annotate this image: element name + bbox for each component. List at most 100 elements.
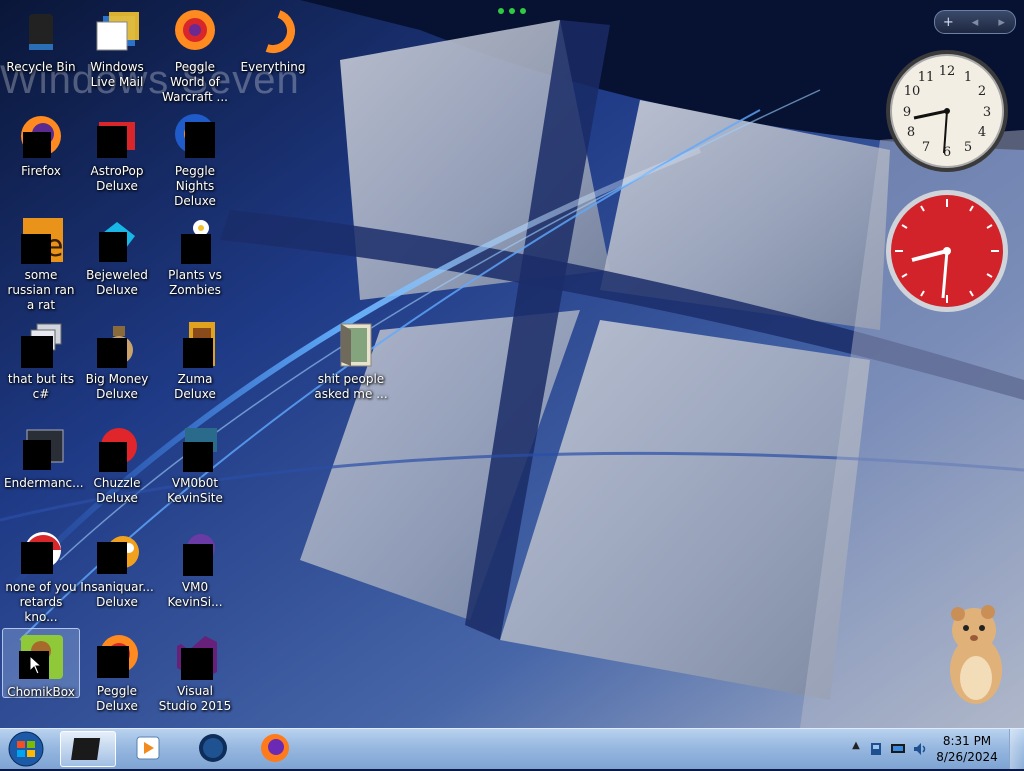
icon-label: Endermanc... bbox=[4, 476, 84, 490]
next-gadget-button[interactable]: ▸ bbox=[992, 15, 1012, 30]
gadget-toolbar: + ◂ ▸ bbox=[934, 10, 1016, 34]
desktop-icon-recycle-bin[interactable]: Recycle Bin bbox=[2, 4, 80, 100]
icon-label: Bejeweled Deluxe bbox=[86, 268, 148, 297]
console-icon bbox=[17, 424, 65, 472]
media-player-icon bbox=[136, 736, 160, 760]
redaction-box bbox=[99, 442, 127, 472]
icon-label: Insaniquar... Deluxe bbox=[80, 580, 154, 609]
redaction-box bbox=[99, 232, 127, 262]
desktop-icon-chuzzle-deluxe[interactable]: Chuzzle Deluxe bbox=[78, 420, 156, 516]
redaction-box bbox=[21, 336, 53, 368]
show-desktop-button[interactable] bbox=[1009, 729, 1024, 769]
flower-icon bbox=[171, 216, 219, 264]
icon-label: none of you retards kno... bbox=[5, 580, 77, 624]
firefox-icon bbox=[17, 112, 65, 160]
desktop-icon-astropop-deluxe[interactable]: AstroPop Deluxe bbox=[78, 108, 156, 204]
svg-text:8: 8 bbox=[907, 125, 915, 140]
mouse-cursor-icon bbox=[29, 655, 43, 675]
peggle-icon bbox=[171, 112, 219, 160]
desktop-icon-bejeweled-deluxe[interactable]: Bejeweled Deluxe bbox=[78, 212, 156, 308]
icon-label: Zuma Deluxe bbox=[174, 372, 216, 401]
desktop-icon-some-russian-ran-a-rat[interactable]: e some russian ran a rat bbox=[2, 212, 80, 312]
svg-text:10: 10 bbox=[904, 84, 921, 99]
icon-label: Peggle Nights Deluxe bbox=[174, 164, 216, 208]
desktop-icon-peggle-deluxe[interactable]: Peggle Deluxe bbox=[78, 628, 156, 724]
desktop-icon-folder[interactable]: shit people asked me ... bbox=[312, 316, 390, 412]
top-notch-indicator bbox=[498, 8, 526, 14]
redaction-box bbox=[183, 338, 213, 368]
icon-label: VM0 KevinSi... bbox=[167, 580, 223, 609]
taskbar: ▲ 8:31 PM 8/26/2024 bbox=[0, 728, 1024, 769]
zuma-icon bbox=[171, 320, 219, 368]
desktop-icon-visual-studio-2015[interactable]: Visual Studio 2015 bbox=[156, 628, 234, 724]
desktop-icon-vm0-kevinsite[interactable]: VM0 KevinSi... bbox=[156, 524, 234, 620]
taskbar-item-desktop-window[interactable] bbox=[60, 731, 116, 767]
taskbar-time: 8:31 PM bbox=[942, 734, 992, 748]
desktop-icon-peggle-world-of-warcraft[interactable]: Peggle World of Warcraft ... bbox=[156, 4, 234, 104]
mail-icon bbox=[93, 8, 141, 56]
desktop-icon-chomikbox[interactable]: ChomikBox bbox=[2, 628, 80, 699]
redaction-box bbox=[181, 234, 211, 264]
desktop-icon-endermanch[interactable]: Endermanc... bbox=[2, 420, 84, 516]
icon-label: Recycle Bin bbox=[6, 60, 76, 74]
gem-icon bbox=[93, 216, 141, 264]
desktop-icon-zuma-deluxe[interactable]: Zuma Deluxe bbox=[156, 316, 234, 412]
redaction-box bbox=[185, 122, 215, 158]
icon-label: Visual Studio 2015 bbox=[158, 684, 232, 713]
add-gadget-button[interactable]: + bbox=[938, 15, 958, 30]
action-center-icon[interactable] bbox=[868, 741, 884, 757]
redaction-box bbox=[23, 440, 51, 470]
icon-label: Firefox bbox=[21, 164, 61, 178]
app-icon: e bbox=[17, 216, 65, 264]
icon-label: shit people asked me ... bbox=[314, 372, 388, 401]
desktop-icon-plants-vs-zombies[interactable]: Plants vs Zombies bbox=[156, 212, 234, 308]
svg-text:9: 9 bbox=[903, 105, 911, 120]
svg-text:5: 5 bbox=[964, 140, 972, 155]
windows-stack-icon bbox=[17, 320, 65, 368]
desktop-icon-big-money-deluxe[interactable]: Big Money Deluxe bbox=[78, 316, 156, 412]
svg-text:3: 3 bbox=[983, 105, 991, 120]
redaction-box bbox=[97, 338, 127, 368]
icon-label: that but its c# bbox=[7, 372, 75, 401]
desktop-icon-firefox[interactable]: Firefox bbox=[2, 108, 80, 204]
redaction-box bbox=[21, 234, 51, 264]
desktop-icon-everything[interactable]: Everything bbox=[234, 4, 312, 100]
hamster-gadget[interactable] bbox=[940, 600, 1010, 710]
peggle-icon bbox=[171, 8, 219, 56]
search-icon bbox=[249, 8, 297, 56]
network-icon[interactable] bbox=[890, 741, 906, 757]
taskbar-item-media-player[interactable] bbox=[122, 731, 178, 767]
svg-text:12: 12 bbox=[939, 64, 956, 79]
desktop-icon-none-of-you[interactable]: none of you retards kno... bbox=[2, 524, 80, 624]
start-button[interactable] bbox=[6, 731, 46, 767]
icon-label: VM0b0t KevinSite bbox=[167, 476, 223, 505]
desktop-icon-vm0b0t-kevinsite[interactable]: VM0b0t KevinSite bbox=[156, 420, 234, 516]
icon-label: Peggle Deluxe bbox=[96, 684, 138, 713]
svg-text:4: 4 bbox=[978, 125, 986, 140]
monitor-icon bbox=[171, 424, 219, 472]
fish-icon bbox=[93, 528, 141, 576]
taskbar-item-firefox[interactable] bbox=[248, 731, 304, 767]
taskbar-item-globe[interactable] bbox=[186, 731, 242, 767]
volume-icon[interactable] bbox=[912, 741, 928, 757]
svg-text:2: 2 bbox=[978, 84, 986, 99]
app-icon bbox=[17, 528, 65, 576]
chomikbox-icon bbox=[17, 633, 65, 681]
icon-label: Peggle World of Warcraft ... bbox=[162, 60, 228, 104]
previous-gadget-button[interactable]: ◂ bbox=[965, 15, 985, 30]
icon-label: some russian ran a rat bbox=[7, 268, 75, 312]
desktop-icon-windows-live-mail[interactable]: Windows Live Mail bbox=[78, 4, 156, 100]
desktop-icon-insaniquarium-deluxe[interactable]: Insaniquar... Deluxe bbox=[78, 524, 156, 620]
svg-text:1: 1 bbox=[964, 70, 972, 85]
desktop-icon-peggle-nights-deluxe[interactable]: Peggle Nights Deluxe bbox=[156, 108, 234, 208]
icon-label: Windows Live Mail bbox=[90, 60, 144, 89]
show-hidden-icons-button[interactable]: ▲ bbox=[848, 740, 864, 756]
icon-label: Big Money Deluxe bbox=[85, 372, 149, 401]
redaction-box bbox=[23, 132, 51, 158]
taskbar-clock[interactable]: 8:31 PM 8/26/2024 bbox=[932, 733, 1002, 765]
red-clock-gadget[interactable] bbox=[884, 188, 1010, 314]
folder-icon bbox=[327, 320, 375, 368]
analog-clock-gadget[interactable]: 12 1 2 3 4 5 6 7 8 9 10 11 bbox=[884, 48, 1010, 174]
desktop-icon-that-but-its-csharp[interactable]: that but its c# bbox=[2, 316, 80, 412]
svg-text:11: 11 bbox=[918, 70, 935, 85]
